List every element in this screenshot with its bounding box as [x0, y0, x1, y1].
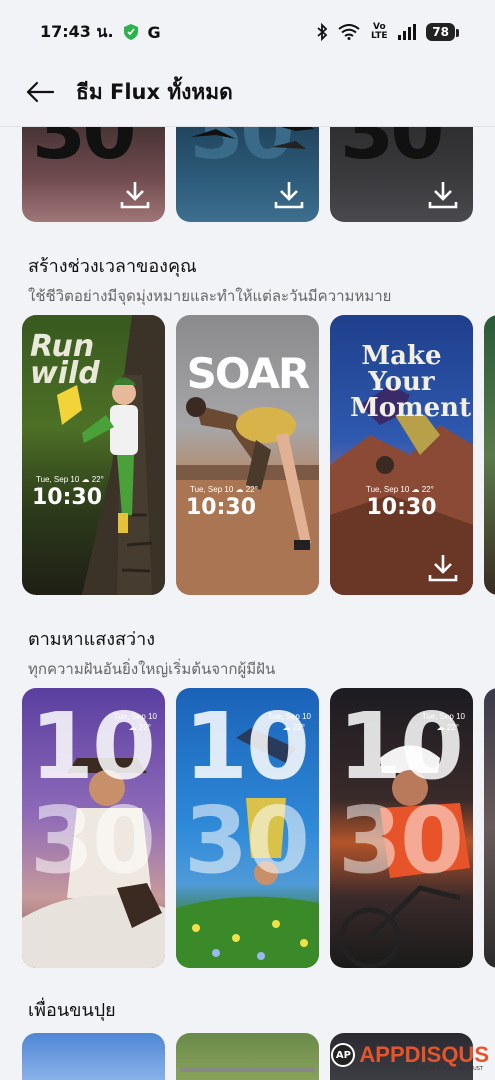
- section-title: สร้างช่วงเวลาของคุณ: [28, 256, 197, 277]
- date-weather: Tue, Sep 10 ☁ 22°: [190, 485, 258, 494]
- poster-text: SOAR: [186, 349, 311, 398]
- status-bar: 17:43 น. G Vo LTE 78: [0, 0, 495, 64]
- theme-card-soar[interactable]: SOAR Tue, Sep 10 ☁ 22° 10:30: [176, 315, 319, 595]
- page-title: ธีม Flux ทั้งหมด: [76, 79, 233, 104]
- clock-digits: 30: [32, 127, 137, 177]
- bluetooth-icon: [317, 23, 328, 41]
- section-title: เพื่อนขนปุย: [28, 1000, 116, 1021]
- arrow-left-icon: [26, 81, 55, 103]
- clock-minute: 30: [184, 787, 310, 894]
- theme-card-make-your-moment[interactable]: Make Your Moment Tue, Sep 10 ☁ 22° 10:30: [330, 315, 473, 595]
- section-subtitle: ใช้ชีวิตอย่างมีจุดมุ่งหมายและทำให้แต่ละว…: [28, 287, 392, 305]
- clock-digits: 30: [340, 127, 445, 177]
- date-weather: Tue, Sep 10 ☁ 22°: [36, 475, 104, 484]
- theme-card-horse-rider[interactable]: Tue, Sep 10 ☁ 22° 10 30: [22, 688, 165, 968]
- theme-card-run-wild[interactable]: Run wild Tue, Sep 10 ☁ 22° 10:30: [22, 315, 165, 595]
- theme-card-peek[interactable]: [484, 688, 495, 968]
- lock-clock: 10:30: [186, 495, 257, 520]
- watermark-logo: AP: [331, 1043, 356, 1067]
- theme-card-furry-1[interactable]: [22, 1033, 165, 1080]
- watermark: AP APPDISQUS: [331, 1042, 489, 1068]
- theme-card-cyclist[interactable]: Tue, Sep 10 ☁ 22° 10 30: [330, 688, 473, 968]
- app-bar: ธีม Flux ทั้งหมด: [0, 66, 495, 118]
- download-icon[interactable]: [427, 180, 459, 210]
- section-subtitle: ทุกความฝันอันยิ่งใหญ่เริ่มต้นจากผู้มีฝัน: [28, 660, 276, 678]
- clock-hour: 10: [184, 693, 310, 800]
- wifi-icon: [338, 24, 360, 40]
- volte-icon: Vo LTE: [371, 22, 388, 41]
- date-weather: Tue, Sep 10 ☁ 22°: [366, 485, 434, 494]
- poster-text: Run wild: [30, 329, 100, 391]
- lock-clock: 10:30: [366, 495, 437, 520]
- header-divider: [0, 126, 495, 127]
- theme-card-top-3[interactable]: 30: [330, 127, 473, 222]
- lock-clock: 10:30: [32, 485, 103, 510]
- theme-card-peek[interactable]: [484, 315, 495, 595]
- download-icon[interactable]: [427, 553, 459, 583]
- theme-card-furry-2[interactable]: [176, 1033, 319, 1080]
- shield-icon: [123, 24, 138, 40]
- theme-card-top-2[interactable]: 30: [176, 127, 319, 222]
- clock-minute: 30: [338, 787, 464, 894]
- google-icon: G: [147, 22, 161, 42]
- theme-card-top-1[interactable]: 30: [22, 127, 165, 222]
- back-button[interactable]: [24, 76, 56, 108]
- battery-icon: 78: [426, 23, 459, 41]
- section-title: ตามหาแสงสว่าง: [28, 629, 156, 650]
- birds-illustration: [191, 127, 314, 149]
- status-time: 17:43 น.: [40, 21, 114, 41]
- home-indicator[interactable]: [180, 1067, 315, 1072]
- download-icon[interactable]: [119, 180, 151, 210]
- poster-text: Make Your Moment: [350, 341, 472, 423]
- signal-icon: [398, 24, 417, 40]
- clock-minute: 30: [30, 787, 156, 894]
- watermark-brand: APPDISQUS: [359, 1042, 489, 1067]
- download-icon[interactable]: [273, 180, 305, 210]
- clock-hour: 10: [338, 693, 464, 800]
- theme-card-headstand[interactable]: Tue, Sep 10 ☁ 22° 10 30: [176, 688, 319, 968]
- clock-hour: 10: [30, 693, 156, 800]
- theme-list[interactable]: 30 30 30 สร้างช่วงเวลาของคุณ ใช้ชีวิตอย่…: [0, 127, 495, 1080]
